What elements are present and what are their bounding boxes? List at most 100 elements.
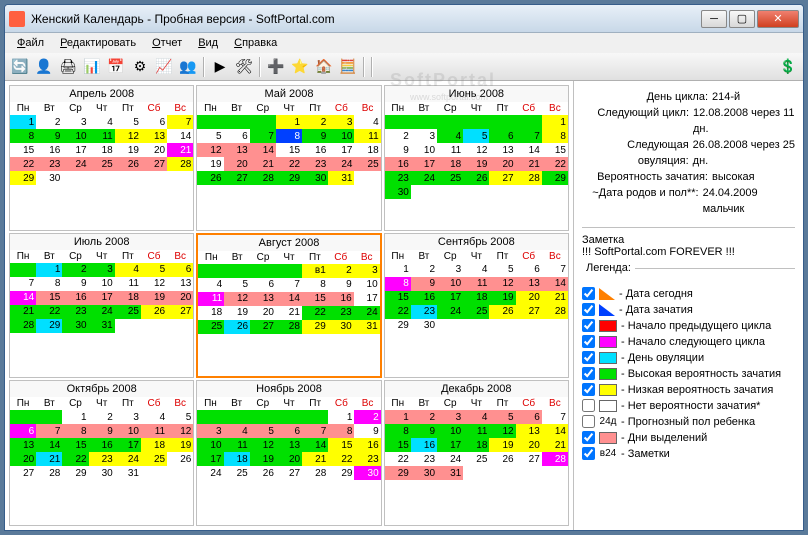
day-cell[interactable]: 15 (385, 438, 411, 452)
day-cell[interactable]: 1 (276, 115, 302, 129)
day-cell[interactable]: 11 (141, 424, 167, 438)
day-cell[interactable]: 10 (354, 278, 380, 292)
day-cell[interactable]: 28 (516, 171, 542, 185)
day-cell[interactable]: 18 (354, 143, 380, 157)
day-cell[interactable]: 25 (89, 157, 115, 171)
day-cell[interactable]: 17 (354, 292, 380, 306)
day-cell[interactable]: 6 (250, 278, 276, 292)
day-cell[interactable]: 13 (167, 277, 193, 291)
day-cell[interactable]: 11 (463, 277, 489, 291)
day-cell[interactable]: 10 (437, 277, 463, 291)
day-cell[interactable]: 9 (411, 277, 437, 291)
day-cell[interactable]: 3 (197, 424, 223, 438)
day-cell[interactable]: 8 (542, 129, 568, 143)
day-cell[interactable]: 28 (36, 466, 62, 480)
day-cell[interactable]: 22 (385, 452, 411, 466)
day-cell[interactable]: 20 (141, 143, 167, 157)
day-cell[interactable]: 25 (437, 171, 463, 185)
day-cell[interactable]: 16 (302, 143, 328, 157)
day-cell[interactable]: 30 (385, 185, 411, 199)
day-cell[interactable]: 30 (411, 319, 437, 333)
day-cell[interactable]: 15 (276, 143, 302, 157)
day-cell[interactable]: 9 (411, 424, 437, 438)
day-cell[interactable]: 18 (463, 438, 489, 452)
legend-checkbox[interactable] (582, 415, 595, 428)
day-cell[interactable]: 30 (36, 171, 62, 185)
day-cell[interactable]: 25 (141, 452, 167, 466)
day-cell[interactable]: 22 (385, 305, 411, 319)
day-cell[interactable]: 3 (89, 263, 115, 277)
day-cell[interactable]: 27 (250, 320, 276, 334)
day-cell[interactable]: 23 (411, 305, 437, 319)
day-prev[interactable] (224, 410, 250, 424)
day-cell[interactable]: 22 (302, 306, 328, 320)
day-cell[interactable]: 21 (516, 157, 542, 171)
day-cell[interactable]: 4 (141, 410, 167, 424)
day-prev[interactable] (250, 410, 276, 424)
day-cell[interactable]: 20 (489, 157, 515, 171)
day-cell[interactable]: 9 (62, 277, 88, 291)
day-cell[interactable]: 10 (115, 424, 141, 438)
day-cell[interactable]: 29 (328, 466, 354, 480)
day-cell[interactable]: 5 (489, 410, 515, 424)
day-cell[interactable]: 29 (36, 319, 62, 333)
day-cell[interactable]: 26 (115, 157, 141, 171)
day-cell[interactable]: 26 (224, 320, 250, 334)
plus-button[interactable]: ➕ (265, 56, 287, 78)
day-cell[interactable]: 16 (328, 292, 354, 306)
day-prev[interactable] (516, 115, 542, 129)
dollar-button[interactable]: 💲 (777, 56, 799, 78)
day-cell[interactable]: 4 (463, 263, 489, 277)
day-cell[interactable]: 3 (62, 115, 88, 129)
day-cell[interactable]: 17 (62, 143, 88, 157)
gear-button[interactable]: ⚙ (129, 56, 151, 78)
day-cell[interactable]: 18 (198, 306, 224, 320)
day-cell[interactable]: 25 (224, 466, 250, 480)
calc-button[interactable]: 🧮 (337, 56, 359, 78)
legend-checkbox[interactable] (582, 351, 595, 364)
day-cell[interactable]: 28 (276, 320, 302, 334)
day-cell[interactable]: 14 (542, 424, 568, 438)
day-cell[interactable]: 4 (437, 129, 463, 143)
day-cell[interactable]: 14 (250, 143, 276, 157)
day-cell[interactable]: 8 (62, 424, 88, 438)
day-cell[interactable]: 23 (328, 306, 354, 320)
day-cell[interactable]: 24 (437, 452, 463, 466)
legend-checkbox[interactable] (582, 367, 595, 380)
day-cell[interactable]: 29 (385, 319, 411, 333)
day-cell[interactable]: 24 (411, 171, 437, 185)
day-cell[interactable]: 19 (141, 291, 167, 305)
day-cell[interactable]: 26 (489, 452, 515, 466)
day-cell[interactable]: 7 (302, 424, 328, 438)
day-prev[interactable] (197, 115, 223, 129)
calendar-button[interactable]: 📅 (105, 56, 127, 78)
day-cell[interactable]: 30 (62, 319, 88, 333)
day-cell[interactable]: 12 (489, 424, 515, 438)
day-cell[interactable]: 14 (36, 438, 62, 452)
legend-checkbox[interactable] (582, 431, 595, 444)
day-cell[interactable]: 20 (10, 452, 36, 466)
day-cell[interactable]: 25 (463, 305, 489, 319)
day-cell[interactable]: 19 (250, 452, 276, 466)
day-cell[interactable]: 4 (463, 410, 489, 424)
day-prev[interactable] (463, 115, 489, 129)
day-cell[interactable]: 16 (36, 143, 62, 157)
day-cell[interactable]: 19 (489, 291, 515, 305)
day-cell[interactable]: 5 (250, 424, 276, 438)
day-cell[interactable]: 19 (489, 438, 515, 452)
day-cell[interactable]: 1 (62, 410, 88, 424)
day-cell[interactable]: 12 (463, 143, 489, 157)
day-cell[interactable]: 2 (354, 410, 380, 424)
legend-checkbox[interactable] (582, 399, 595, 412)
day-cell[interactable]: 13 (516, 424, 542, 438)
day-cell[interactable]: 15 (302, 292, 328, 306)
day-cell[interactable]: 28 (167, 157, 193, 171)
day-cell[interactable]: 22 (542, 157, 568, 171)
day-cell[interactable]: 24 (437, 305, 463, 319)
menu-Файл[interactable]: Файл (11, 35, 50, 51)
day-cell[interactable]: 17 (197, 452, 223, 466)
day-cell[interactable]: 8 (328, 424, 354, 438)
day-cell[interactable]: 23 (411, 452, 437, 466)
day-cell[interactable]: 10 (437, 424, 463, 438)
day-cell[interactable]: 19 (463, 157, 489, 171)
